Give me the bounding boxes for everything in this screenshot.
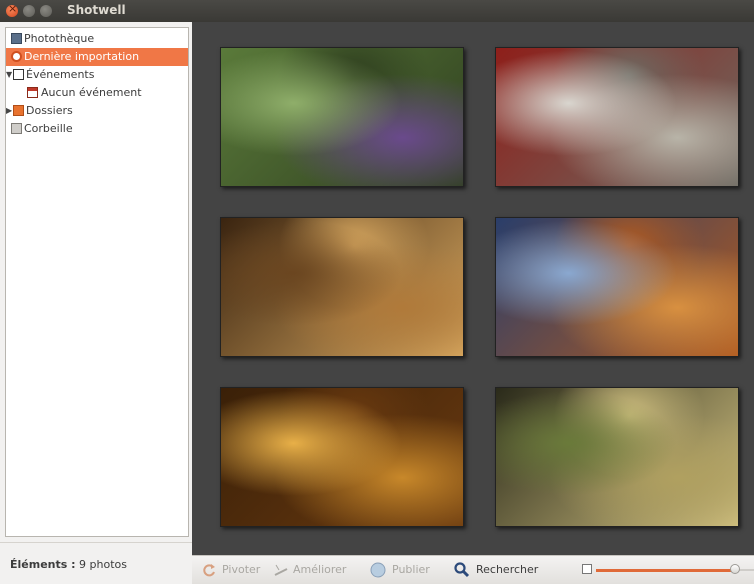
- sidebar-tree: Photothèque Dernière importation ▼ Événe…: [5, 27, 189, 537]
- zoom-slider[interactable]: [596, 564, 754, 574]
- last-import-icon: [11, 51, 22, 62]
- publish-button[interactable]: Publier: [370, 556, 436, 584]
- status-label: Éléments :: [10, 558, 76, 571]
- status-text: Éléments : 9 photos: [10, 558, 127, 571]
- sidebar-item-label: Dernière importation: [24, 50, 140, 63]
- sidebar-item-events[interactable]: ▼ Événements: [6, 66, 188, 84]
- expander-right-icon[interactable]: ▶: [6, 102, 12, 120]
- maximize-button[interactable]: [40, 5, 52, 17]
- status-count: 9 photos: [79, 558, 127, 571]
- sidebar-item-last-import[interactable]: Dernière importation: [6, 48, 188, 66]
- sidebar-item-label: Corbeille: [24, 122, 73, 135]
- zoom-slider-fill: [596, 569, 736, 572]
- rotate-icon: [203, 564, 215, 577]
- bottom-toolbar: Pivoter Améliorer Publier Rechercher: [192, 555, 754, 584]
- expander-down-icon[interactable]: ▼: [6, 66, 12, 84]
- photo-thumbnail[interactable]: [495, 387, 739, 527]
- search-icon: [454, 562, 470, 578]
- zoom-out-icon[interactable]: [582, 564, 592, 574]
- status-bar: Éléments : 9 photos: [0, 542, 192, 584]
- enhance-button[interactable]: Améliorer: [274, 556, 354, 584]
- sidebar-item-trash[interactable]: Corbeille: [6, 120, 188, 138]
- events-icon: [13, 69, 24, 80]
- library-icon: [11, 33, 22, 44]
- sidebar-item-label: Dossiers: [26, 104, 73, 117]
- photo-thumbnail[interactable]: [220, 387, 464, 527]
- photo-thumbnail[interactable]: [220, 47, 464, 187]
- rotate-button[interactable]: Pivoter: [200, 556, 268, 584]
- sidebar-item-label: Aucun événement: [41, 86, 142, 99]
- publish-globe-icon: [370, 562, 386, 578]
- sidebar-item-label: Événements: [26, 68, 95, 81]
- sidebar: Photothèque Dernière importation ▼ Événe…: [0, 22, 192, 542]
- sidebar-item-label: Photothèque: [24, 32, 95, 45]
- window-titlebar[interactable]: Shotwell: [0, 0, 754, 22]
- close-button[interactable]: [6, 2, 18, 17]
- sidebar-item-folders[interactable]: ▶ Dossiers: [6, 102, 188, 120]
- search-button[interactable]: Rechercher: [454, 556, 546, 584]
- window-title: Shotwell: [67, 3, 126, 17]
- photo-grid: [192, 22, 754, 555]
- sidebar-item-no-event[interactable]: Aucun événement: [6, 84, 188, 102]
- trash-icon: [11, 123, 22, 134]
- minimize-button[interactable]: [23, 5, 35, 17]
- event-calendar-icon: [27, 87, 38, 98]
- photo-thumbnail[interactable]: [220, 217, 464, 357]
- enhance-wand-icon: [274, 564, 288, 576]
- photo-thumbnail[interactable]: [495, 217, 739, 357]
- zoom-slider-handle[interactable]: [730, 564, 741, 574]
- folder-icon: [13, 105, 24, 116]
- photo-thumbnail[interactable]: [495, 47, 739, 187]
- sidebar-item-library[interactable]: Photothèque: [6, 30, 188, 48]
